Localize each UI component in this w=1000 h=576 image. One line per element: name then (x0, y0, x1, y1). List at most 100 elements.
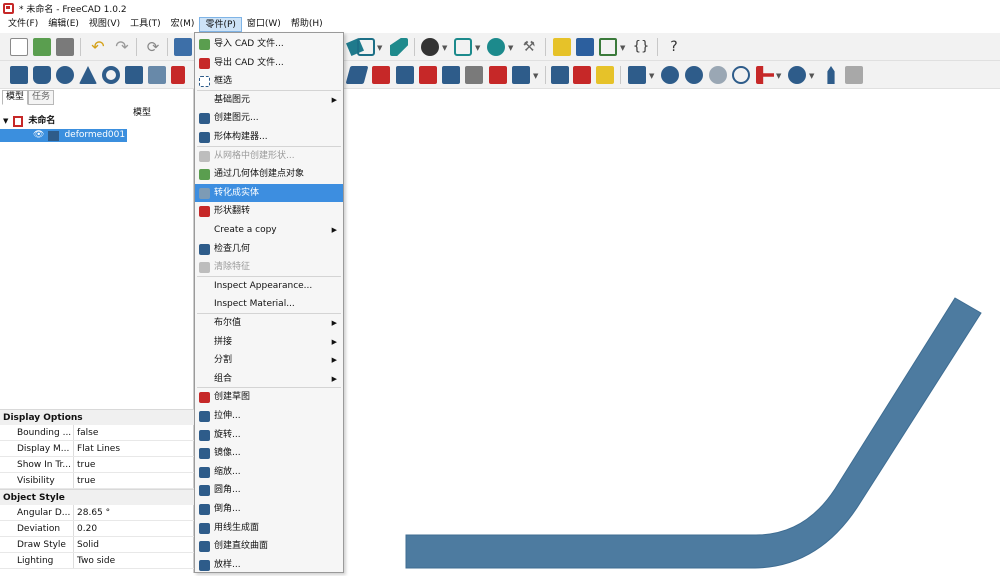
revolve-icon[interactable] (372, 66, 390, 84)
primitives-icon[interactable] (148, 66, 166, 84)
menu-item[interactable]: 从网格中创建形状... (195, 147, 343, 165)
compound-icon[interactable] (628, 66, 646, 84)
menu-item[interactable]: Inspect Appearance... (195, 277, 343, 295)
draw-style-icon[interactable] (421, 38, 439, 56)
make-face-icon[interactable] (465, 66, 483, 84)
new-document-icon[interactable] (10, 38, 28, 56)
section-icon[interactable] (551, 66, 569, 84)
menu-item[interactable]: 圆角... (195, 481, 343, 499)
menu-tools[interactable]: 工具(T) (125, 17, 166, 32)
cube-icon[interactable] (10, 66, 28, 84)
variable-set-icon[interactable]: {} (632, 38, 650, 56)
measure-icon[interactable] (390, 38, 408, 56)
menu-item[interactable]: 清除特征 (195, 258, 343, 276)
chevron-down-icon[interactable]: ▼ (620, 44, 625, 52)
menu-item[interactable]: 形状翻转 (195, 202, 343, 220)
menu-item[interactable]: 导入 CAD 文件... (195, 35, 343, 53)
menu-item[interactable]: 创建直纹曲面 (195, 537, 343, 555)
zoom-icon[interactable] (487, 38, 505, 56)
chevron-down-icon[interactable]: ▼ (533, 72, 538, 80)
expand-arrow-icon[interactable]: ▼ (3, 115, 8, 128)
menu-item[interactable]: Inspect Material... (195, 295, 343, 313)
std-view-cube-icon[interactable] (357, 38, 375, 56)
shape-builder-icon[interactable] (171, 66, 185, 84)
menu-file[interactable]: 文件(F) (3, 17, 43, 32)
chevron-down-icon[interactable]: ▼ (776, 72, 781, 80)
chevron-down-icon[interactable]: ▼ (475, 44, 480, 52)
property-row[interactable]: Bounding ... false (0, 425, 194, 441)
menu-item[interactable]: 组合 ▶ (195, 370, 343, 388)
sphere-icon[interactable] (56, 66, 74, 84)
menu-item[interactable]: 创建图元... (195, 109, 343, 127)
loft-icon[interactable] (512, 66, 530, 84)
chevron-down-icon[interactable]: ▼ (649, 72, 654, 80)
menu-item[interactable]: 倒角... (195, 500, 343, 518)
fillet-icon[interactable] (419, 66, 437, 84)
cross-sections-icon[interactable] (573, 66, 591, 84)
tab-model[interactable]: 模型 (2, 90, 29, 105)
menu-view[interactable]: 视图(V) (84, 17, 125, 32)
join-icon[interactable] (756, 66, 774, 84)
chevron-down-icon[interactable]: ▼ (809, 72, 814, 80)
menu-part[interactable]: 零件(P) (199, 17, 242, 32)
torus-icon[interactable] (102, 66, 120, 84)
chevron-down-icon[interactable]: ▼ (442, 44, 447, 52)
extrude-icon[interactable] (345, 66, 369, 84)
chevron-down-icon[interactable]: ▼ (508, 44, 513, 52)
property-row[interactable]: Display M... Flat Lines (0, 441, 194, 457)
undo-icon[interactable]: ↶ (89, 38, 107, 56)
cone-icon[interactable] (79, 66, 97, 84)
menu-item[interactable]: 拼接 ▶ (195, 333, 343, 351)
redo-icon[interactable]: ↷ (113, 38, 131, 56)
menu-help[interactable]: 帮助(H) (286, 17, 328, 32)
folder-icon[interactable] (576, 38, 594, 56)
workbench-icon[interactable] (174, 38, 192, 56)
cut-icon[interactable] (685, 66, 703, 84)
tree-root-document[interactable]: ▼ 未命名 (3, 115, 55, 128)
menu-item[interactable]: 通过几何体创建点对象 (195, 165, 343, 183)
check-geometry-icon[interactable] (827, 66, 835, 84)
menu-item[interactable]: 形体构建器... (195, 128, 343, 146)
menu-item[interactable]: 基础图元 ▶ (195, 91, 343, 109)
menu-item[interactable]: 拉伸... (195, 407, 343, 425)
mirror-icon[interactable] (396, 66, 414, 84)
tube-icon[interactable] (125, 66, 143, 84)
whats-this-icon[interactable]: ? (665, 38, 683, 56)
menu-window[interactable]: 窗口(W) (242, 17, 286, 32)
property-row[interactable]: Lighting Two side (0, 553, 194, 569)
offset-icon[interactable] (596, 66, 614, 84)
menu-item[interactable]: 旋转... (195, 426, 343, 444)
boolean-icon[interactable] (661, 66, 679, 84)
menu-item[interactable]: 检查几何 (195, 240, 343, 258)
menu-item[interactable]: 导出 CAD 文件... (195, 54, 343, 72)
chamfer-icon[interactable] (442, 66, 460, 84)
view-iso-icon[interactable] (454, 38, 472, 56)
open-document-icon[interactable] (33, 38, 51, 56)
defeaturing-icon[interactable] (845, 66, 863, 84)
tools-icon[interactable]: ⚒ (520, 38, 538, 56)
menu-item[interactable]: 缩放... (195, 463, 343, 481)
common-icon[interactable] (732, 66, 750, 84)
fuse-icon[interactable] (709, 66, 727, 84)
property-row[interactable]: Angular D... 28.65 ° (0, 505, 194, 521)
menu-item[interactable]: 框选 (195, 72, 343, 90)
menu-item[interactable]: 用线生成面 (195, 519, 343, 537)
visibility-eye-icon[interactable]: 👁 (33, 129, 44, 142)
link-icon[interactable] (599, 38, 617, 56)
menu-edit[interactable]: 编辑(E) (43, 17, 84, 32)
split-icon[interactable] (788, 66, 806, 84)
menu-item[interactable]: 分割 ▶ (195, 351, 343, 369)
menu-macro[interactable]: 宏(M) (166, 17, 200, 32)
menu-item[interactable]: 镜像... (195, 444, 343, 462)
property-row[interactable]: Draw Style Solid (0, 537, 194, 553)
menu-item[interactable]: Create a copy ▶ (195, 221, 343, 239)
menu-item[interactable]: 放样... (195, 556, 343, 574)
property-row[interactable]: Deviation 0.20 (0, 521, 194, 537)
refresh-icon[interactable]: ⟳ (144, 38, 162, 56)
menu-item[interactable]: 转化成实体 (195, 183, 343, 202)
part-icon[interactable] (553, 38, 571, 56)
menu-item[interactable]: 布尔值 ▶ (195, 314, 343, 332)
save-icon[interactable] (56, 38, 74, 56)
cylinder-icon[interactable] (33, 66, 51, 84)
tab-tasks[interactable]: 任务 (28, 90, 55, 105)
